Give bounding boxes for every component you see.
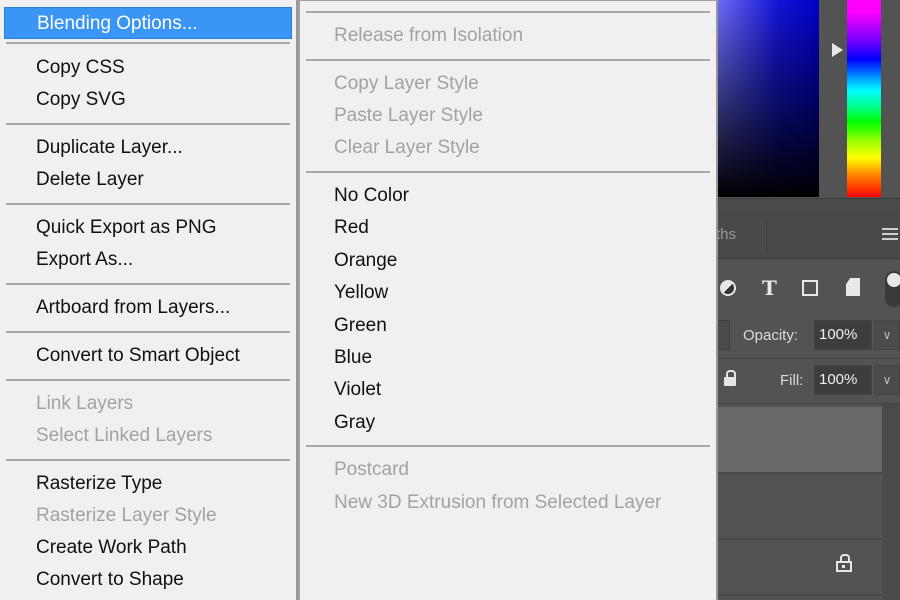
menu-item-color-orange[interactable]: Orange (300, 245, 716, 277)
menu-separator (6, 123, 290, 125)
layer-row-background[interactable] (716, 542, 882, 596)
hue-slider-handle[interactable] (832, 43, 843, 57)
layer-context-menu-column-2: Release from Isolation Copy Layer Style … (298, 0, 718, 600)
menu-separator (6, 331, 290, 333)
menu-item-color-green[interactable]: Green (300, 310, 716, 342)
menu-item-quick-export-png[interactable]: Quick Export as PNG (0, 212, 296, 244)
layers-panel-tabbar: ths (716, 212, 900, 259)
menu-separator (306, 445, 710, 447)
menu-item-artboard-from-layers[interactable]: Artboard from Layers... (0, 292, 296, 324)
menu-item-color-red[interactable]: Red (300, 212, 716, 244)
menu-separator (306, 11, 710, 13)
menu-item-duplicate-layer[interactable]: Duplicate Layer... (0, 132, 296, 164)
fill-row: Fill: 100% ∨ (716, 359, 900, 404)
menu-item-convert-to-shape[interactable]: Convert to Shape (0, 564, 296, 596)
opacity-input[interactable]: 100% (814, 320, 872, 350)
menu-item-copy-svg[interactable]: Copy SVG (0, 84, 296, 116)
hue-slider[interactable] (847, 0, 881, 197)
lock-icon (836, 554, 852, 572)
photoshop-panels: ths T Opacity: 100% ∨ Fill: 100% ∨ (716, 0, 900, 600)
menu-item-export-as[interactable]: Export As... (0, 244, 296, 276)
menu-item-color-violet[interactable]: Violet (300, 374, 716, 406)
menu-item-copy-css[interactable]: Copy CSS (0, 52, 296, 84)
type-layer-filter-icon[interactable]: T (762, 277, 777, 299)
opacity-dropdown-chevron-icon[interactable]: ∨ (874, 320, 900, 350)
tab-paths[interactable]: ths (716, 226, 736, 243)
layers-scrollbar[interactable] (882, 404, 900, 600)
lock-all-icon[interactable] (724, 370, 736, 386)
menu-item-blending-options[interactable]: Blending Options... (4, 7, 292, 39)
layer-context-menu: Blending Options... Copy CSS Copy SVG Du… (0, 0, 298, 600)
tab-divider (766, 220, 767, 254)
opacity-label: Opacity: (743, 327, 799, 344)
layer-row[interactable] (716, 476, 882, 540)
menu-separator (6, 42, 290, 44)
shape-layer-filter-icon[interactable] (802, 280, 818, 296)
menu-item-rasterize-type[interactable]: Rasterize Type (0, 468, 296, 500)
menu-separator (306, 171, 710, 173)
fill-dropdown-chevron-icon[interactable]: ∨ (874, 365, 900, 395)
menu-item-paste-layer-style: Paste Layer Style (334, 105, 483, 126)
menu-item-color-gray[interactable]: Gray (300, 407, 716, 439)
menu-separator (306, 59, 710, 61)
layer-filter-row: T (716, 259, 900, 320)
menu-item-postcard: Postcard (334, 459, 409, 480)
menu-item-copy-layer-style: Copy Layer Style (334, 73, 479, 94)
menu-item-select-linked-layers: Select Linked Layers (36, 425, 213, 446)
panel-menu-icon[interactable] (882, 228, 898, 241)
fill-label: Fill: (780, 372, 804, 389)
menu-item-release-from-isolation: Release from Isolation (334, 25, 524, 46)
panel-divider (716, 198, 900, 213)
menu-item-delete-layer[interactable]: Delete Layer (0, 164, 296, 196)
menu-separator (6, 379, 290, 381)
fill-input[interactable]: 100% (814, 365, 872, 395)
blend-mode-dropdown[interactable] (716, 320, 730, 350)
layer-row-selected[interactable] (716, 407, 882, 474)
opacity-row: Opacity: 100% ∨ (716, 314, 900, 359)
menu-item-convert-smart-object[interactable]: Convert to Smart Object (0, 340, 296, 372)
menu-item-create-work-path[interactable]: Create Work Path (0, 532, 296, 564)
menu-item-clear-layer-style: Clear Layer Style (334, 137, 480, 158)
menu-separator (6, 283, 290, 285)
menu-item-new-3d-extrusion: New 3D Extrusion from Selected Layer (334, 492, 662, 513)
menu-item-color-yellow[interactable]: Yellow (300, 277, 716, 309)
menu-item-color-none[interactable]: No Color (300, 180, 716, 212)
menu-separator (6, 203, 290, 205)
adjustment-layer-filter-icon[interactable] (720, 280, 736, 296)
filter-toggle-icon[interactable] (885, 271, 900, 307)
menu-separator (6, 459, 290, 461)
menu-item-link-layers: Link Layers (36, 393, 134, 414)
menu-item-rasterize-layer-style: Rasterize Layer Style (36, 505, 217, 526)
color-picker-field[interactable] (716, 0, 819, 197)
menu-item-color-blue[interactable]: Blue (300, 342, 716, 374)
smart-object-filter-icon[interactable] (846, 278, 860, 296)
